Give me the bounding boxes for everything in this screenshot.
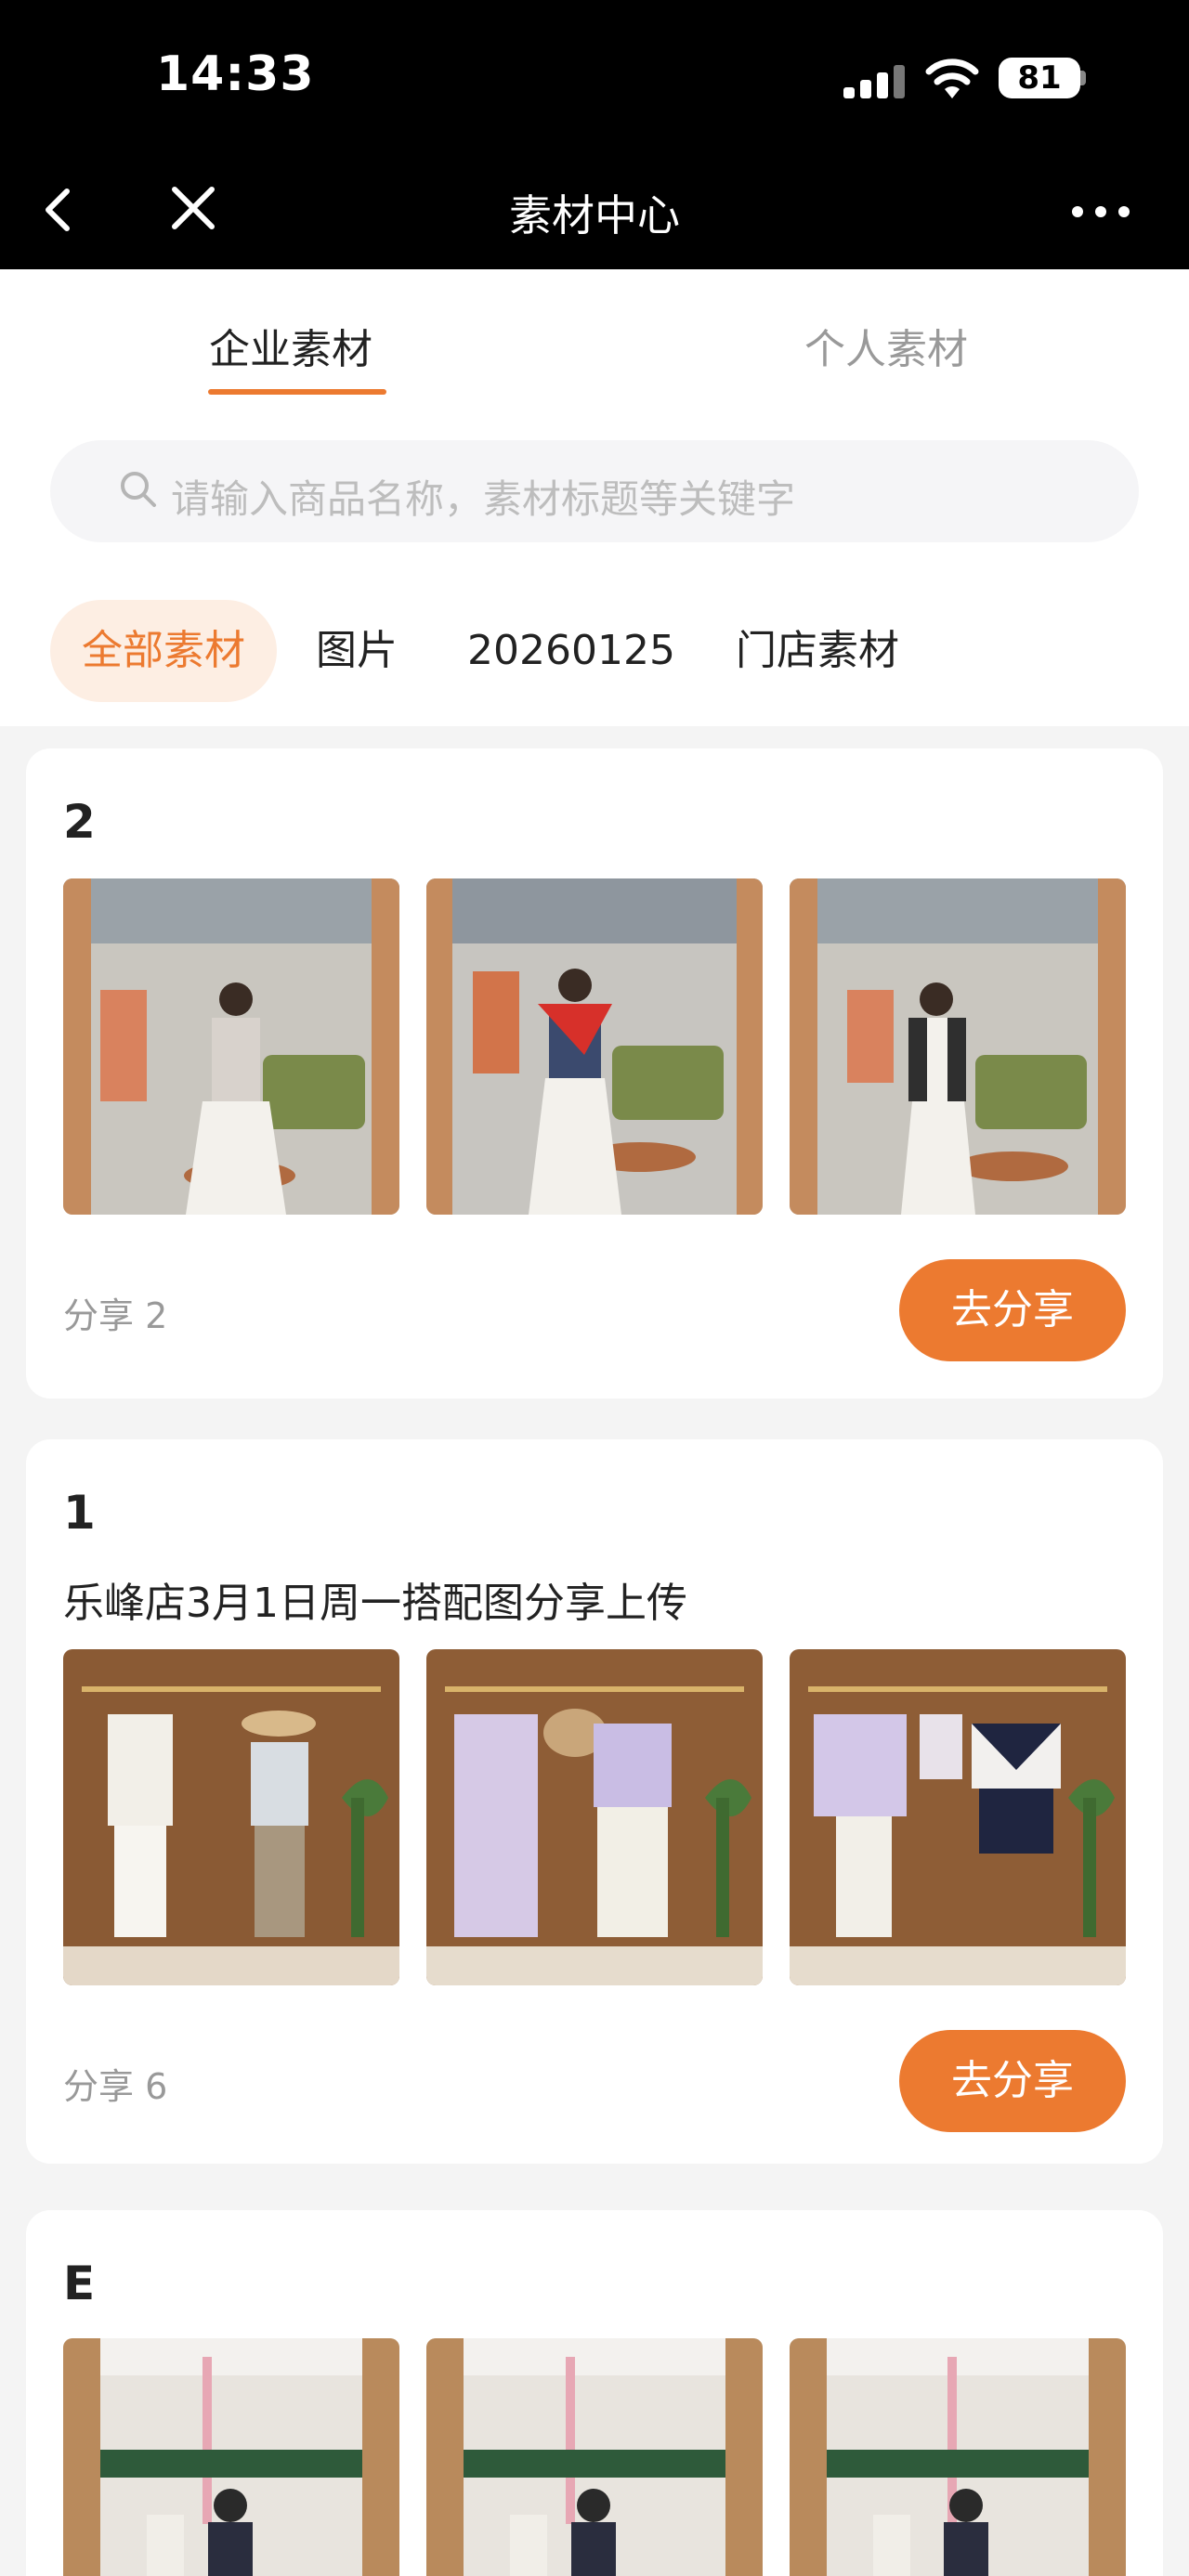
card-description: 乐峰店3月1日周一搭配图分享上传 <box>63 1580 687 1627</box>
filter-images[interactable]: 图片 <box>316 600 398 702</box>
active-tab-indicator <box>208 389 386 395</box>
image-grid <box>63 1649 1126 1985</box>
share-count: 分享 2 <box>63 1295 168 1336</box>
filter-store-materials[interactable]: 门店素材 <box>736 600 899 702</box>
image-grid <box>63 878 1126 1215</box>
search-icon <box>121 472 156 507</box>
cellular-signal-icon <box>843 65 905 98</box>
filter-bar: 全部素材 图片 20260125 门店素材 <box>0 600 1189 702</box>
photo-thumbnail[interactable] <box>426 1649 763 1985</box>
wifi-icon <box>925 59 979 98</box>
card-title: E <box>63 2257 96 2310</box>
tab-personal-materials[interactable]: 个人素材 <box>804 316 968 375</box>
battery-tip <box>1080 71 1086 85</box>
page-title: 素材中心 <box>509 190 680 241</box>
share-count: 分享 6 <box>63 2066 168 2107</box>
search-placeholder: 请输入商品名称，素材标题等关键字 <box>171 476 796 522</box>
card-title: 1 <box>63 1486 96 1540</box>
filter-date[interactable]: 20260125 <box>467 600 675 702</box>
photo-thumbnail[interactable] <box>63 878 399 1215</box>
photo-thumbnail[interactable] <box>426 2338 763 2576</box>
share-button[interactable]: 去分享 <box>899 2030 1126 2132</box>
more-icon[interactable] <box>1068 202 1133 221</box>
material-card[interactable]: 2 分享 2 去分享 <box>26 748 1163 1399</box>
photo-thumbnail[interactable] <box>790 878 1126 1215</box>
photo-thumbnail[interactable] <box>63 2338 399 2576</box>
share-button[interactable]: 去分享 <box>899 1259 1126 1361</box>
material-card[interactable]: E <box>26 2210 1163 2576</box>
photo-thumbnail[interactable] <box>790 2338 1126 2576</box>
card-title: 2 <box>63 795 96 849</box>
header-section: 企业素材 个人素材 请输入商品名称，素材标题等关键字 全部素材 图片 20260… <box>0 269 1189 726</box>
tab-enterprise-materials[interactable]: 企业素材 <box>209 316 372 375</box>
nav-bar: 素材中心 <box>0 158 1189 269</box>
filter-all-materials[interactable]: 全部素材 <box>50 600 277 702</box>
image-grid <box>63 2338 1126 2576</box>
search-input[interactable]: 请输入商品名称，素材标题等关键字 <box>50 440 1139 542</box>
photo-thumbnail[interactable] <box>63 1649 399 1985</box>
material-card[interactable]: 1 乐峰店3月1日周一搭配图分享上传 分享 6 去分享 <box>26 1439 1163 2164</box>
photo-thumbnail[interactable] <box>426 878 763 1215</box>
battery-icon: 81 <box>999 58 1080 98</box>
status-bar: 14:33 81 <box>0 0 1189 158</box>
photo-thumbnail[interactable] <box>790 1649 1126 1985</box>
status-time: 14:33 <box>156 46 315 102</box>
